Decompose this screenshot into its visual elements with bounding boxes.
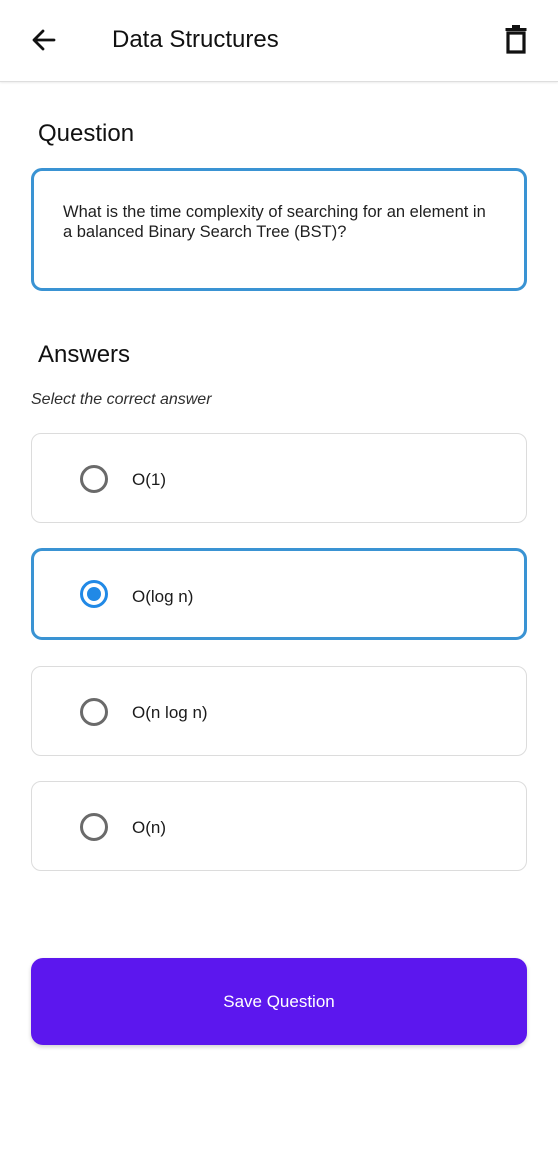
answer-option[interactable]: O(n): [31, 781, 527, 871]
answer-label: O(1): [132, 470, 166, 489]
answer-option[interactable]: O(n log n): [31, 666, 527, 756]
answers-instruction: Select the correct answer: [31, 391, 212, 408]
radio-selected-icon[interactable]: [80, 580, 108, 608]
answer-label: O(log n): [132, 587, 194, 606]
radio-dot: [87, 587, 101, 601]
radio-unselected-icon[interactable]: [80, 465, 108, 493]
answers-heading: Answers: [38, 341, 131, 368]
radio-unselected-icon[interactable]: [80, 813, 108, 841]
question-heading: Question: [38, 120, 135, 147]
question-field[interactable]: What is the time complexity of searching…: [31, 168, 527, 291]
answer-option-selected[interactable]: O(log n): [31, 548, 527, 640]
trash-icon: [504, 25, 528, 55]
back-button[interactable]: [24, 20, 64, 60]
answer-label: O(n): [132, 818, 166, 837]
question-text: What is the time complexity of searching…: [63, 203, 486, 241]
radio-unselected-icon[interactable]: [80, 698, 108, 726]
page-title: Data Structures: [112, 26, 279, 53]
save-question-button[interactable]: Save Question: [31, 958, 527, 1045]
answer-option[interactable]: O(1): [31, 433, 527, 523]
arrow-left-icon: [30, 26, 58, 54]
app-bar: Data Structures: [0, 0, 558, 82]
answer-label: O(n log n): [132, 703, 208, 722]
delete-button[interactable]: [496, 20, 536, 60]
